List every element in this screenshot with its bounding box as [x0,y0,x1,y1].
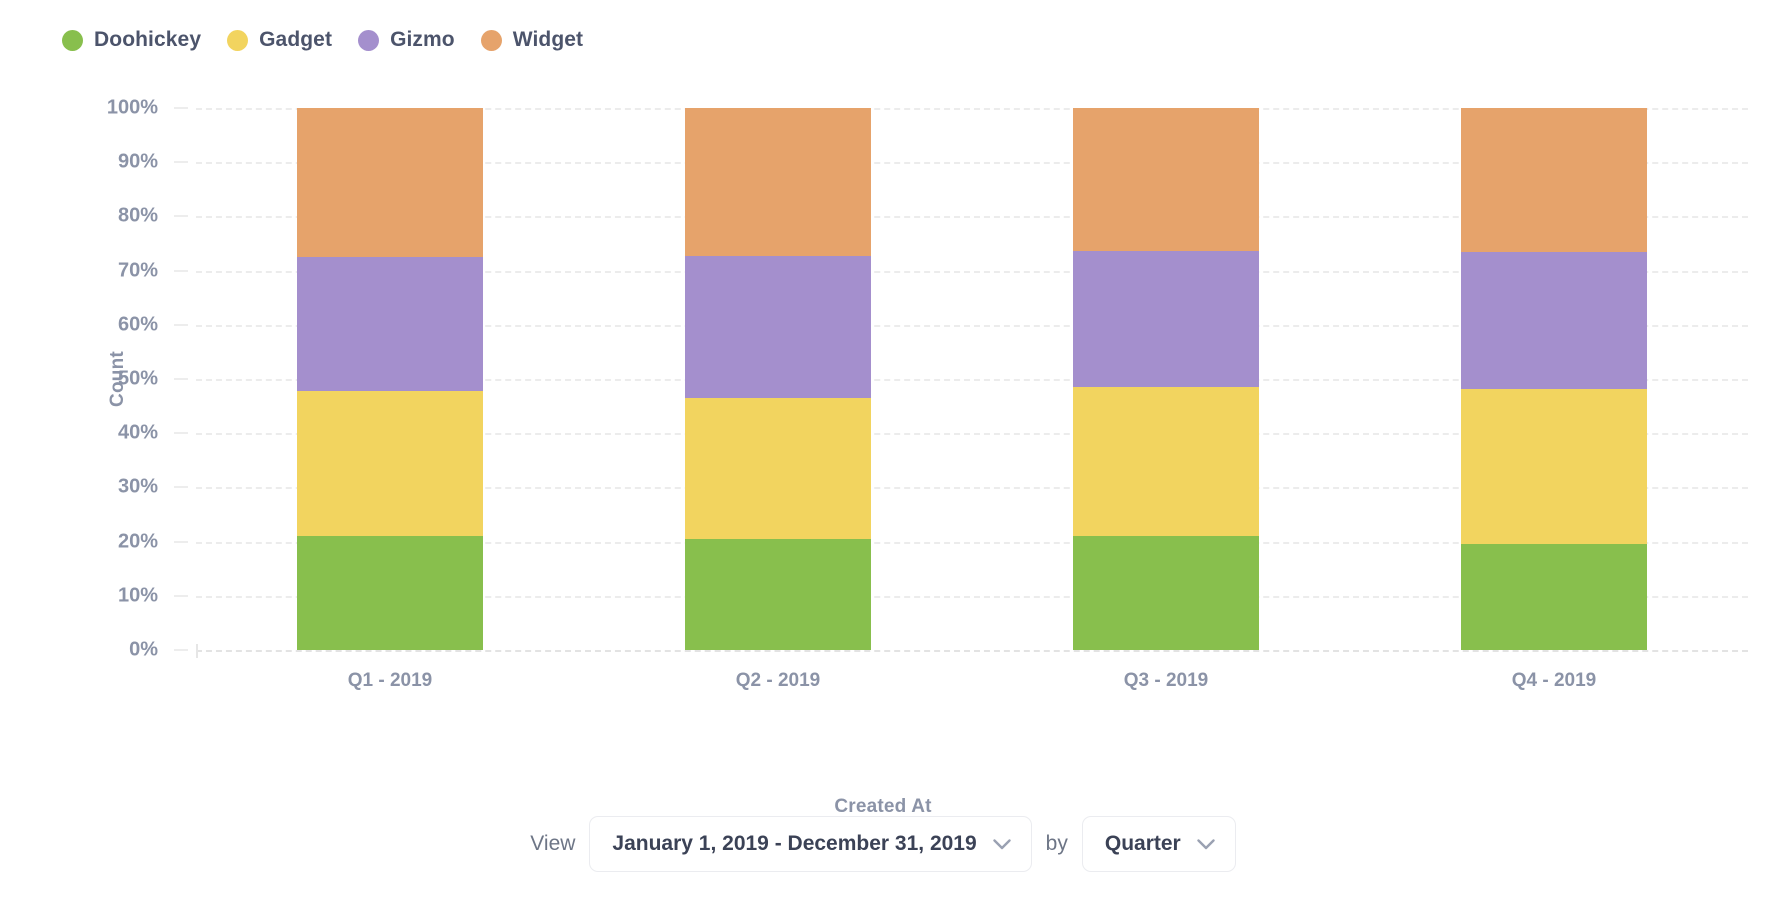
legend-item-widget[interactable]: Widget [480,28,584,52]
x-axis-tick-label: Q1 - 2019 [347,670,433,691]
bar-stack[interactable] [297,108,483,650]
x-axis-title: Created At [834,796,932,817]
legend-item-gizmo[interactable]: Gizmo [358,28,455,52]
y-axis-tick-label: 70% [117,259,158,282]
chevron-down-icon [1197,838,1215,850]
y-axis-tick-mark [174,432,188,435]
y-axis-tick-mark [174,323,188,326]
bar-segment-gizmo[interactable] [297,257,483,391]
granularity-select[interactable]: Quarter [1081,816,1236,872]
y-axis-tick-label: 60% [117,313,158,336]
bar-segment-gadget[interactable] [1461,389,1647,545]
bar-segment-gizmo[interactable] [1073,250,1259,388]
bar-stack[interactable] [1461,108,1647,650]
bar-segment-widget[interactable] [685,108,871,256]
bar-segment-gizmo[interactable] [685,255,871,398]
bar-stack[interactable] [685,108,871,650]
y-axis-tick-mark [174,378,188,380]
bar-segment-widget[interactable] [1461,108,1647,252]
bar-segment-widget[interactable] [297,108,483,258]
bar-series-container [196,78,1748,688]
legend-item-doohickey[interactable]: Doohickey [62,28,201,52]
y-axis-tick-label: 0% [129,638,158,661]
x-axis-tick-label: Q2 - 2019 [735,670,821,691]
chevron-down-icon [992,838,1011,850]
legend-item-gadget[interactable]: Gadget [227,28,332,52]
stacked-bar-chart-card: Doohickey Gadget Gizmo Widget Count 100%… [0,0,1766,914]
bar-segment-doohickey[interactable] [1073,536,1259,650]
y-axis-tick-mark [174,107,188,109]
plot-area: Count 100% 90% 80% 70% 60% 50% 40% 30% 20% 10% 0% … [0,78,1766,817]
y-axis-tick-mark [174,649,188,651]
date-range-select[interactable]: January 1, 2019 - December 31, 2019 [589,816,1032,872]
bar-segment-gadget[interactable] [685,397,871,539]
y-axis-tick-label: 20% [117,530,158,553]
y-axis-tick-label: 90% [117,150,158,173]
bar-segment-gadget[interactable] [1073,387,1259,537]
y-axis-tick-label: 100% [106,96,158,119]
bar-segment-doohickey[interactable] [1461,544,1647,650]
legend-color-dot-icon [227,29,249,51]
x-axis-tick-label: Q4 - 2019 [1511,670,1597,691]
chart-footer-controls: View January 1, 2019 - December 31, 2019… [0,816,1766,872]
y-axis-tick-label: 50% [117,367,158,390]
legend-item-label: Widget [512,28,584,51]
y-axis-tick-mark [174,269,188,272]
y-axis-tick-mark [174,540,188,543]
y-axis-tick-label: 80% [117,204,158,227]
date-range-value: January 1, 2019 - December 31, 2019 [612,832,977,855]
legend-color-dot-icon [358,29,380,51]
bar-segment-widget[interactable] [1073,108,1259,251]
legend-color-dot-icon [480,29,502,51]
by-label: by [1045,832,1068,855]
y-axis-tick-mark [174,161,188,164]
y-axis-tick-label: 10% [117,584,158,607]
y-axis-tick-mark [174,594,188,597]
legend-item-label: Gizmo [390,28,455,51]
bar-segment-gadget[interactable] [297,390,483,537]
bar-stack[interactable] [1073,108,1259,650]
legend-item-label: Doohickey [94,28,202,51]
legend-item-label: Gadget [259,28,333,51]
legend-color-dot-icon [62,29,83,51]
granularity-value: Quarter [1104,832,1181,855]
view-label: View [530,832,576,855]
y-axis-tick-mark [174,215,188,218]
y-axis-tick-mark [174,486,188,489]
y-axis-tick-label: 40% [117,421,158,444]
y-axis-tick-label: 30% [117,475,158,498]
bar-segment-gizmo[interactable] [1461,251,1647,390]
chart-legend: Doohickey Gadget Gizmo Widget [62,22,583,58]
bar-segment-doohickey[interactable] [685,538,871,650]
x-axis-tick-label: Q3 - 2019 [1123,670,1209,691]
bar-segment-doohickey[interactable] [297,536,483,650]
